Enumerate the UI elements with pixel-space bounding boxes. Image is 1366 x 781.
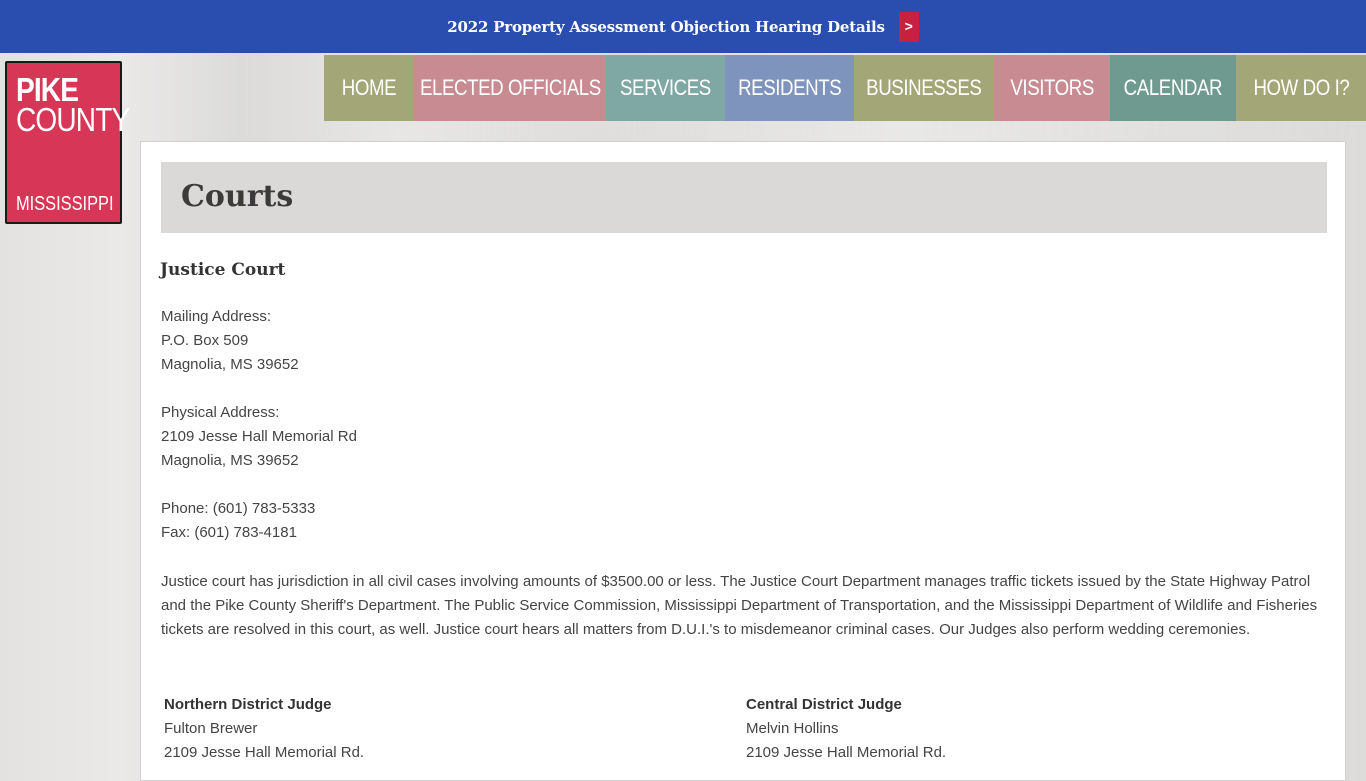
pike-county-logo[interactable]: PIKE COUNTY MISSISSIPPI [5,61,130,224]
nav-calendar[interactable]: CALENDAR [1110,55,1236,121]
judge-title: Central District Judge [746,696,902,713]
judge-title: Northern District Judge [164,696,332,713]
nav-residents[interactable]: RESIDENTS [725,55,854,121]
contact-info: Phone: (601) 783-5333 Fax: (601) 783-418… [161,497,315,545]
physical-label: Physical Address: [161,404,280,421]
announcement-link[interactable]: 2022 Property Assessment Objection Heari… [447,18,885,36]
page-title: Courts [181,179,294,214]
physical-address: Physical Address: 2109 Jesse Hall Memori… [161,401,357,473]
main-content: Courts Justice Court Mailing Address: P.… [140,141,1346,781]
judge-address: 2109 Jesse Hall Memorial Rd. [746,744,947,761]
physical-line2: Magnolia, MS 39652 [161,452,299,469]
nav-businesses[interactable]: BUSINESSES [854,55,994,121]
nav-how-do-i[interactable]: HOW DO I? [1236,55,1366,121]
nav-visitors[interactable]: VISITORS [994,55,1110,121]
mailing-address: Mailing Address: P.O. Box 509 Magnolia, … [161,305,299,377]
mailing-line1: P.O. Box 509 [161,332,249,349]
judge-name: Fulton Brewer [164,720,258,737]
nav-elected-officials[interactable]: ELECTED OFFICIALS [414,55,606,121]
section-heading: Justice Court [160,260,286,280]
announcement-banner: 2022 Property Assessment Objection Heari… [0,0,1366,53]
court-description: Justice court has jurisdiction in all ci… [161,573,1318,638]
phone-number: Phone: (601) 783-5333 [161,500,316,517]
fax-number: Fax: (601) 783-4181 [161,524,297,541]
logo-line-state: MISSISSIPPI [16,193,114,215]
judge-card-central: Central District Judge Melvin Hollins 21… [746,693,946,765]
main-nav: HOME ELECTED OFFICIALS SERVICES RESIDENT… [324,55,1366,121]
mailing-label: Mailing Address: [161,308,272,325]
nav-services[interactable]: SERVICES [606,55,725,121]
nav-home[interactable]: HOME [324,55,414,121]
judge-address: 2109 Jesse Hall Memorial Rd. [164,744,365,761]
judge-card-northern: Northern District Judge Fulton Brewer 21… [164,693,364,765]
mailing-line2: Magnolia, MS 39652 [161,356,299,373]
announcement-arrow-button[interactable]: > [898,11,919,42]
physical-line1: 2109 Jesse Hall Memorial Rd [161,428,357,445]
page-title-box: Courts [161,162,1327,233]
judge-name: Melvin Hollins [746,720,839,737]
logo-line-county: COUNTY [16,101,130,138]
